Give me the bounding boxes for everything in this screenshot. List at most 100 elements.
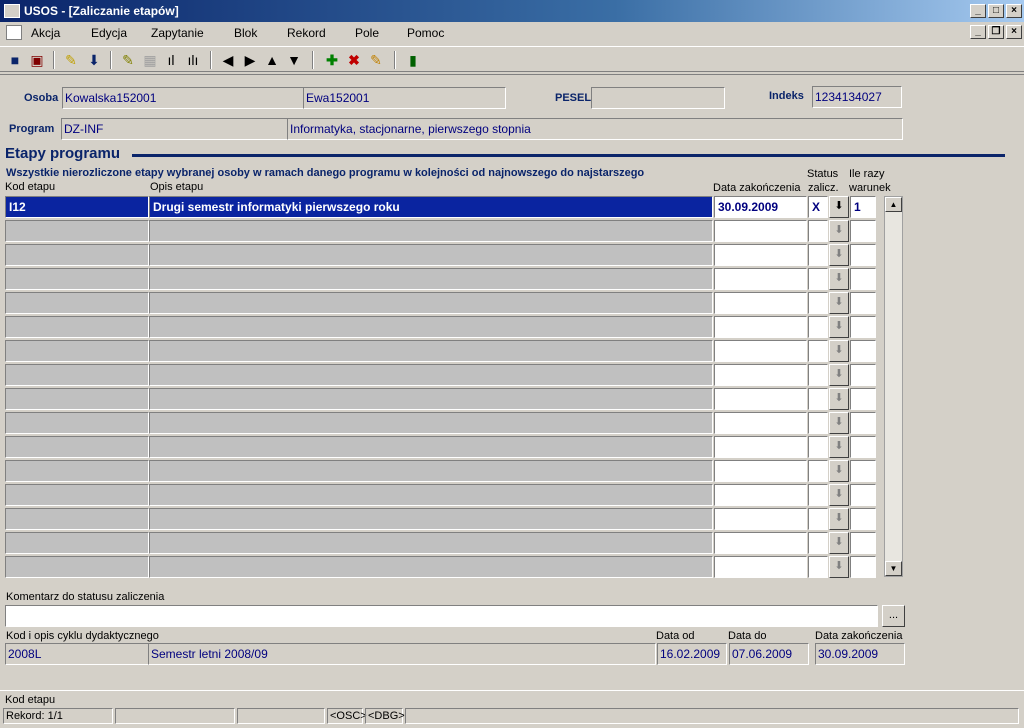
row-data-cell[interactable] [714,436,807,458]
row-opis-cell[interactable]: Drugi semestr informatyki pierwszego rok… [149,196,713,218]
row-status-cell[interactable] [808,484,828,506]
next-record-icon[interactable]: ▶ [240,50,260,70]
row-opis-cell[interactable] [149,532,713,554]
status-lov-icon[interactable]: ⬇ [829,532,849,554]
menu-edycja[interactable]: Edycja [91,26,127,40]
row-ile-cell[interactable] [850,484,876,506]
status-lov-icon[interactable]: ⬇ [829,388,849,410]
clear-record-icon[interactable]: ✎ [366,50,386,70]
status-lov-icon[interactable]: ⬇ [829,196,849,218]
print-icon[interactable]: ▣ [27,50,47,70]
close-button[interactable]: × [1006,4,1022,18]
row-data-cell[interactable] [714,532,807,554]
row-ile-cell[interactable] [850,340,876,362]
row-opis-cell[interactable] [149,268,713,290]
row-data-cell[interactable] [714,484,807,506]
row-ile-cell[interactable] [850,412,876,434]
status-lov-icon[interactable]: ⬇ [829,412,849,434]
row-status-cell[interactable] [808,412,828,434]
row-kod-cell[interactable] [5,508,149,530]
row-ile-cell[interactable] [850,364,876,386]
row-data-cell[interactable]: 30.09.2009 [714,196,807,218]
row-data-cell[interactable] [714,340,807,362]
row-opis-cell[interactable] [149,556,713,578]
row-ile-cell[interactable] [850,316,876,338]
row-kod-cell[interactable] [5,436,149,458]
status-lov-icon[interactable]: ⬇ [829,460,849,482]
program-desc-field[interactable]: Informatyka, stacjonarne, pierwszego sto… [287,118,903,140]
row-status-cell[interactable]: X [808,196,828,218]
row-data-cell[interactable] [714,316,807,338]
row-ile-cell[interactable] [850,532,876,554]
data-zakonczenia-field[interactable]: 30.09.2009 [815,643,905,665]
row-status-cell[interactable] [808,244,828,266]
row-kod-cell[interactable] [5,460,149,482]
menu-pomoc[interactable]: Pomoc [407,26,444,40]
status-lov-icon[interactable]: ⬇ [829,436,849,458]
save-icon[interactable]: ■ [5,50,25,70]
row-data-cell[interactable] [714,268,807,290]
row-data-cell[interactable] [714,388,807,410]
row-kod-cell[interactable] [5,340,149,362]
cykl-desc-field[interactable]: Semestr letni 2008/09 [148,643,656,665]
row-kod-cell[interactable] [5,484,149,506]
cykl-code-field[interactable]: 2008L [5,643,149,665]
row-ile-cell[interactable] [850,508,876,530]
row-kod-cell[interactable] [5,532,149,554]
exit-icon[interactable]: ▮ [403,50,423,70]
row-status-cell[interactable] [808,556,828,578]
row-status-cell[interactable] [808,364,828,386]
maximize-button[interactable]: □ [988,4,1004,18]
download-icon[interactable]: ⬇ [84,50,104,70]
scroll-down-button[interactable]: ▼ [885,561,902,576]
indeks-field[interactable]: 1234134027 [812,86,902,108]
row-opis-cell[interactable] [149,292,713,314]
row-data-cell[interactable] [714,508,807,530]
row-ile-cell[interactable] [850,268,876,290]
status-lov-icon[interactable]: ⬇ [829,244,849,266]
row-ile-cell[interactable] [850,388,876,410]
row-kod-cell[interactable]: I12 [5,196,149,218]
row-status-cell[interactable] [808,340,828,362]
status-lov-icon[interactable]: ⬇ [829,220,849,242]
row-opis-cell[interactable] [149,244,713,266]
row-ile-cell[interactable] [850,292,876,314]
row-status-cell[interactable] [808,388,828,410]
document-icon[interactable] [6,25,22,40]
menu-zapytanie[interactable]: Zapytanie [151,26,204,40]
status-lov-icon[interactable]: ⬇ [829,508,849,530]
row-kod-cell[interactable] [5,412,149,434]
mdi-restore-button[interactable]: ❐ [988,25,1004,39]
komentarz-edit-button[interactable]: ... [882,605,905,627]
menu-pole[interactable]: Pole [355,26,379,40]
row-ile-cell[interactable]: 1 [850,196,876,218]
scroll-up-button[interactable]: ▲ [885,197,902,212]
row-opis-cell[interactable] [149,508,713,530]
status-lov-icon[interactable]: ⬇ [829,364,849,386]
row-opis-cell[interactable] [149,388,713,410]
row-data-cell[interactable] [714,412,807,434]
menu-blok[interactable]: Blok [234,26,257,40]
status-lov-icon[interactable]: ⬇ [829,340,849,362]
row-status-cell[interactable] [808,460,828,482]
row-status-cell[interactable] [808,316,828,338]
row-kod-cell[interactable] [5,388,149,410]
row-data-cell[interactable] [714,556,807,578]
minimize-button[interactable]: _ [970,4,986,18]
status-lov-icon[interactable]: ⬇ [829,484,849,506]
row-data-cell[interactable] [714,460,807,482]
row-status-cell[interactable] [808,436,828,458]
row-opis-cell[interactable] [149,436,713,458]
row-ile-cell[interactable] [850,436,876,458]
row-opis-cell[interactable] [149,340,713,362]
row-kod-cell[interactable] [5,244,149,266]
mdi-minimize-button[interactable]: _ [970,25,986,39]
menu-rekord[interactable]: Rekord [287,26,326,40]
row-data-cell[interactable] [714,292,807,314]
insert-record-icon[interactable]: ✚ [322,50,342,70]
osoba-surname-field[interactable]: Kowalska152001 [62,87,304,109]
row-opis-cell[interactable] [149,412,713,434]
komentarz-field[interactable] [5,605,878,627]
row-ile-cell[interactable] [850,556,876,578]
row-data-cell[interactable] [714,364,807,386]
